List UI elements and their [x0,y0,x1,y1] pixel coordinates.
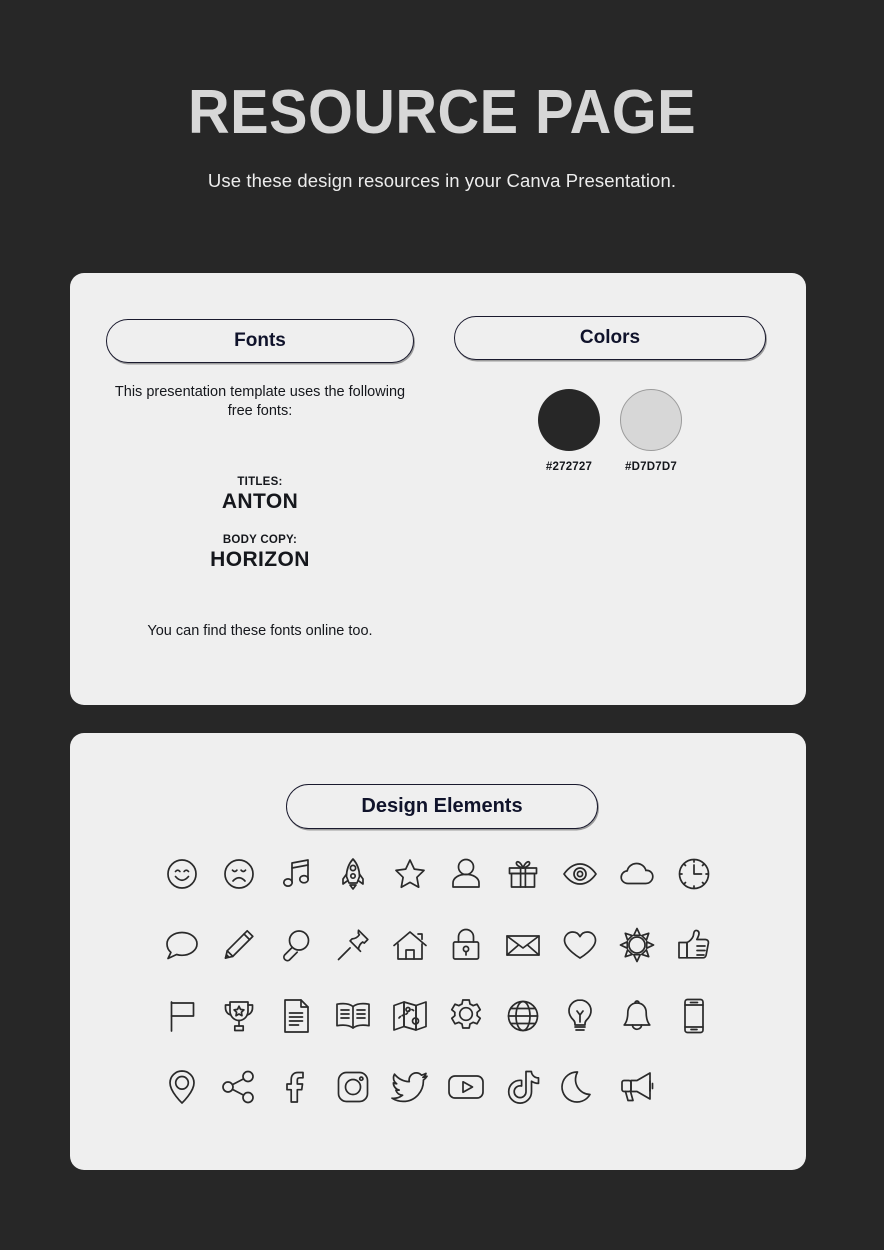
page-title: RESOURCE PAGE [188,78,696,147]
design-elements-pill[interactable]: Design Elements [286,784,598,829]
pushpin-icon[interactable] [329,922,377,968]
bell-icon[interactable] [613,993,661,1039]
fonts-content: This presentation template uses the foll… [106,383,414,572]
icon-grid-spacer [670,1064,718,1110]
megaphone-icon[interactable] [613,1064,661,1110]
open-book-icon[interactable] [329,993,377,1039]
body-font-name: HORIZON [210,548,310,572]
titles-font-name: ANTON [221,490,299,514]
star-icon[interactable] [386,851,434,897]
globe-icon[interactable] [499,993,547,1039]
page-subtitle: Use these design resources in your Canva… [207,170,677,191]
fonts-section-pill[interactable]: Fonts [106,319,414,363]
gear-icon[interactable] [442,993,490,1039]
color-swatch-dark-label: #272727 [545,461,593,473]
share-icon[interactable] [215,1064,263,1110]
phone-icon[interactable] [670,993,718,1039]
magnifier-icon[interactable] [272,922,320,968]
colors-section-pill[interactable]: Colors [454,316,766,360]
body-font-label: BODY COPY: [222,534,298,547]
music-note-icon[interactable] [272,851,320,897]
youtube-icon[interactable] [442,1064,490,1110]
pencil-icon[interactable] [215,922,263,968]
titles-font-label: TITLES: [237,476,283,489]
color-swatch-item[interactable]: #D7D7D7 [620,389,682,473]
color-swatch-dark[interactable] [538,389,600,451]
color-swatch-list: #272727 #D7D7D7 [454,389,766,473]
thumbs-up-icon[interactable] [670,922,718,968]
facebook-icon[interactable] [272,1064,320,1110]
fonts-and-colors-card: Fonts This presentation template uses th… [70,273,806,705]
lock-icon[interactable] [442,922,490,968]
person-icon[interactable] [442,851,490,897]
cloud-icon[interactable] [613,851,661,897]
house-icon[interactable] [386,922,434,968]
moon-icon[interactable] [556,1064,604,1110]
sun-icon[interactable] [613,922,661,968]
location-pin-icon[interactable] [158,1064,206,1110]
color-swatch-light[interactable] [620,389,682,451]
document-icon[interactable] [272,993,320,1039]
sad-face-icon[interactable] [215,851,263,897]
resource-page: RESOURCE PAGE Use these design resources… [0,0,884,1250]
smile-face-icon[interactable] [158,851,206,897]
color-swatch-light-label: #D7D7D7 [625,461,677,473]
clock-icon[interactable] [670,851,718,897]
design-elements-pill-label: Design Elements [361,795,523,817]
body-font-block: BODY COPY: HORIZON [106,534,414,572]
speech-bubble-icon[interactable] [158,922,206,968]
eye-icon[interactable] [556,851,604,897]
fonts-footer-text: You can find these fonts online too. [147,623,373,639]
gift-icon[interactable] [499,851,547,897]
icon-grid [154,851,722,1110]
design-elements-card: Design Elements [70,733,806,1170]
titles-font-block: TITLES: ANTON [106,476,414,514]
colors-pill-label: Colors [579,327,641,348]
envelope-icon[interactable] [499,922,547,968]
page-header: RESOURCE PAGE Use these design resources… [0,0,884,192]
map-icon[interactable] [386,993,434,1039]
trophy-icon[interactable] [215,993,263,1039]
lightbulb-icon[interactable] [556,993,604,1039]
tiktok-icon[interactable] [499,1064,547,1110]
rocket-icon[interactable] [329,851,377,897]
fonts-intro-text: This presentation template uses the foll… [114,384,406,419]
instagram-icon[interactable] [329,1064,377,1110]
twitter-icon[interactable] [386,1064,434,1110]
color-swatch-item[interactable]: #272727 [538,389,600,473]
flag-icon[interactable] [158,993,206,1039]
fonts-pill-label: Fonts [234,330,286,351]
heart-icon[interactable] [556,922,604,968]
